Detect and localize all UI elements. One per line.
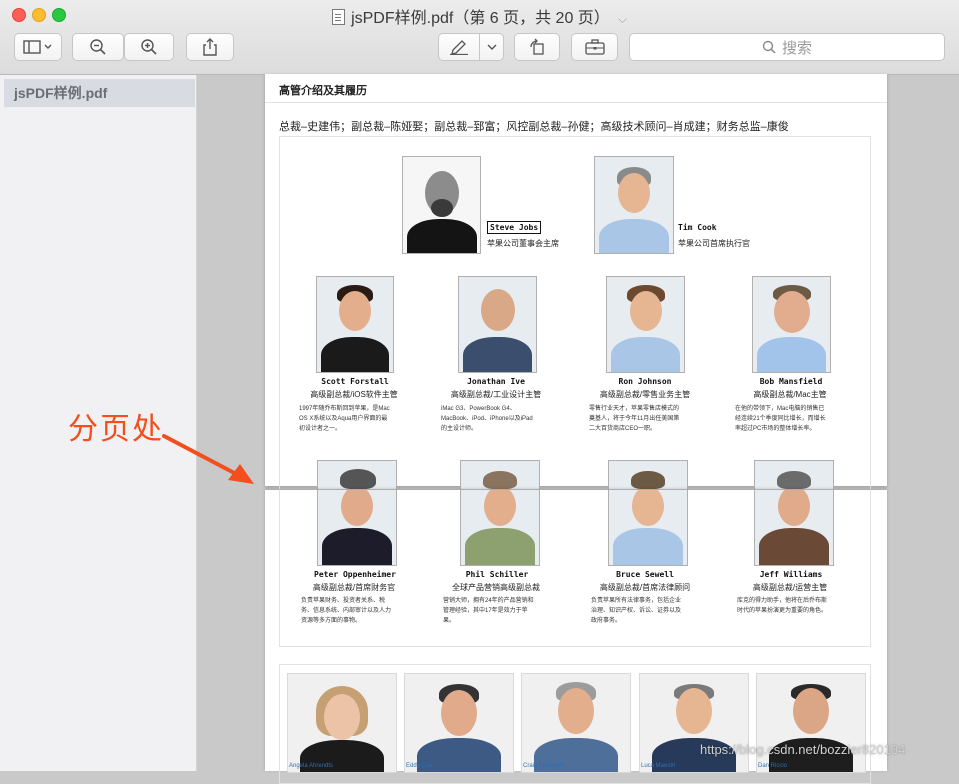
- markup-toolbar-button[interactable]: [571, 33, 618, 61]
- sidebar-toggle-button[interactable]: [14, 33, 62, 61]
- executive-summary: 总裁–史建伟；副总裁–陈娅娶；副总裁–郅富；风控副总裁–孙健；高级技术顾问–肖成…: [279, 121, 789, 133]
- person-name: Ron Johnson: [618, 377, 672, 386]
- zoom-in-icon: [141, 39, 157, 55]
- phil-schiller-photo: [460, 490, 540, 566]
- person-name: Scott Forstall: [321, 377, 389, 386]
- person-name: Steve Jobs: [487, 221, 542, 234]
- sidebar-item-document[interactable]: jsPDF样例.pdf: [4, 79, 195, 107]
- executive-card-name: Luca Maestri: [641, 763, 676, 769]
- rotate-icon: [530, 38, 544, 55]
- person-role: 高级副总裁/首席法律顾问: [599, 583, 691, 592]
- person-description: 负责苹果财务、投资者关系、税务、信息系统、内部审计以及人力资源等多方面的事物。: [301, 598, 392, 624]
- pen-icon: [450, 40, 468, 55]
- pdf-page-6: 高管介绍及其履历 总裁–史建伟；副总裁–陈娅娶；副总裁–郅富；风控副总裁–孙健；…: [265, 74, 887, 496]
- window-toolbar: jsPDF样例.pdf（第 6 页，共 20 页） ⌵ 搜索: [0, 0, 959, 75]
- person-role: 高级副总裁/Mac主管: [753, 390, 827, 399]
- markup-pen-button[interactable]: [438, 33, 480, 61]
- person-role: 高级副总裁/工业设计主管: [450, 390, 542, 399]
- search-icon: [762, 40, 776, 54]
- person-name: Bruce Sewell: [616, 570, 674, 579]
- person-description: 零售行业天才，苹果零售店模式的奠基人，将于今年11月出任美国第二大百货商店CEO…: [589, 406, 680, 432]
- search-field[interactable]: 搜索: [629, 33, 945, 61]
- window-title: jsPDF样例.pdf（第 6 页，共 20 页） ⌵: [0, 4, 959, 28]
- executive-card: [756, 673, 866, 773]
- title-chevron-icon[interactable]: ⌵: [618, 12, 627, 26]
- person-name: Bob Mansfield: [759, 377, 823, 386]
- zoom-out-icon: [90, 39, 106, 55]
- executive-card-name: Craig Federighi: [523, 763, 565, 769]
- person-name: Peter Oppenheimer: [314, 570, 396, 579]
- chevron-down-icon: [487, 44, 496, 50]
- person-name: Jonathan Ive: [467, 377, 525, 386]
- person-role: 苹果公司董事会主席: [487, 239, 559, 248]
- markup-dropdown-button[interactable]: [479, 33, 504, 61]
- bob-mansfield-photo: [752, 276, 831, 373]
- person-role: 高级副总裁/iOS软件主管: [310, 390, 398, 399]
- share-icon: [203, 38, 217, 56]
- person-role: 全球产品营销高级副总裁: [452, 583, 540, 592]
- executive-card-name: Dan Riccio: [758, 763, 788, 769]
- search-placeholder: 搜索: [781, 39, 812, 57]
- executive-card: [521, 673, 631, 773]
- peter-oppenheimer-photo: [317, 490, 397, 566]
- section-title: 高管介绍及其履历: [279, 85, 367, 97]
- person-description: 负责苹果所有法律事务，包括企业治理、知识产权、诉讼、证券以及政府事务。: [591, 598, 682, 624]
- pdf-document-icon: [332, 9, 346, 25]
- ron-johnson-photo: [606, 276, 685, 373]
- share-button[interactable]: [186, 33, 234, 61]
- pdf-page-7: Peter Oppenheimer 高级副总裁/首席财务官 负责苹果财务、投资者…: [265, 490, 887, 784]
- person-name: Jeff Williams: [759, 570, 823, 579]
- rotate-button[interactable]: [514, 33, 560, 61]
- zoom-in-button[interactable]: [124, 33, 174, 61]
- executive-card: [287, 673, 397, 773]
- person-role: 高级副总裁/首席财务官: [312, 583, 396, 592]
- executive-card: [639, 673, 749, 773]
- page-break-annotation: 分页处: [68, 413, 164, 446]
- executive-card: [404, 673, 514, 773]
- person-name: Tim Cook: [678, 223, 717, 232]
- header-divider: [265, 102, 887, 103]
- person-role: 苹果公司首席执行官: [678, 239, 750, 248]
- executive-card-name: Eddy Cue: [406, 763, 433, 769]
- jeff-williams-photo-top: [754, 460, 834, 489]
- steve-jobs-photo: [402, 156, 481, 254]
- person-description: 营销大师，拥有24年的产品营销和管理经验，其中17年是效力于苹果。: [443, 598, 534, 624]
- zoom-out-button[interactable]: [72, 33, 124, 61]
- scott-forstall-photo: [316, 276, 394, 373]
- toolbox-icon: [584, 39, 605, 55]
- arrow-icon: [162, 434, 254, 484]
- person-description: 库克的得力助手，他将在后乔布斯时代的苹果扮演更为重要的角色。: [737, 598, 828, 614]
- person-role: 高级副总裁/零售业务主管: [599, 390, 691, 399]
- peter-oppenheimer-photo-top: [317, 460, 397, 489]
- bruce-sewell-photo: [608, 490, 688, 566]
- person-description: iMac G3、PowerBook G4、MacBook、iPod、iPhone…: [441, 406, 533, 432]
- phil-schiller-photo-top: [460, 460, 540, 489]
- sidebar-icon: [23, 40, 52, 54]
- person-description: 在他的带领下，Mac电脑的销售已经连续21个季度同比增长，而增长率超过PC市场的…: [735, 406, 826, 432]
- person-name: Phil Schiller: [465, 570, 529, 579]
- tim-cook-photo: [594, 156, 674, 254]
- person-description: 1997年随乔布斯回到苹果，是Mac OS X系统以及Aqua用户界面的最初设计…: [299, 406, 390, 432]
- jonathan-ive-photo: [458, 276, 537, 373]
- executive-card-name: Angela Ahrendts: [289, 763, 334, 769]
- person-role: 高级副总裁/运营主管: [752, 583, 828, 592]
- jeff-williams-photo: [754, 490, 834, 566]
- watermark-url: https://blog.csdn.net/bozzier820104: [700, 742, 906, 757]
- bruce-sewell-photo-top: [608, 460, 688, 489]
